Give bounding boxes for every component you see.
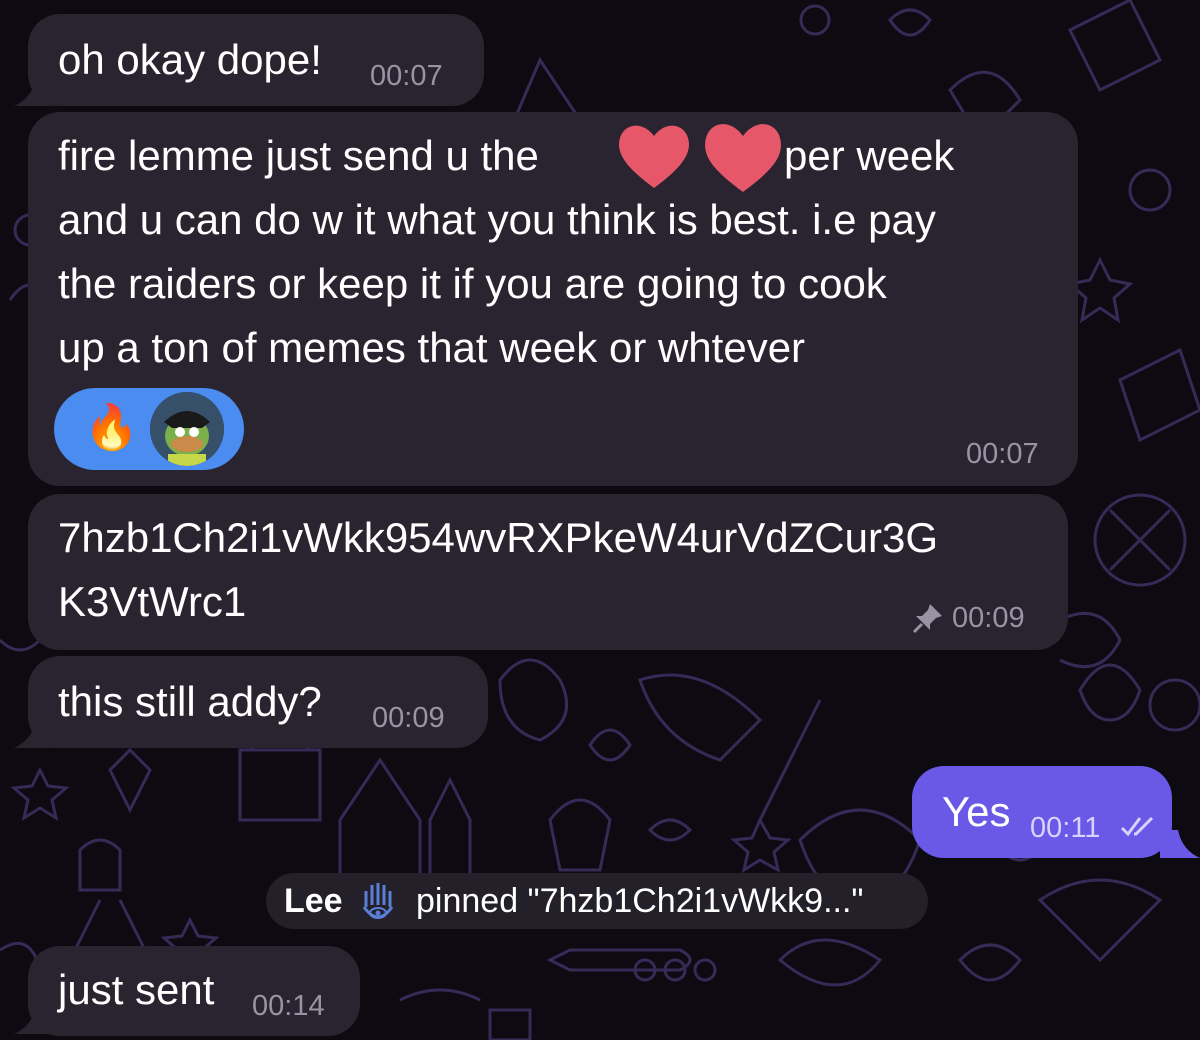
message-bubble[interactable]: just sent 00:14 xyxy=(28,946,360,1036)
message-text-line: the raiders or keep it if you are going … xyxy=(58,260,887,307)
reactions-pill[interactable]: 🔥 xyxy=(54,388,244,470)
pinned-message-notice[interactable]: Lee pinned "7hzb1Ch2i1vWkk9..." xyxy=(266,873,928,929)
message-text-line[interactable]: 7hzb1Ch2i1vWkk954wvRXPkeW4urVdZCur3G xyxy=(58,506,938,570)
message-text-line: and u can do w it what you think is best… xyxy=(58,196,936,243)
pin-notice-user[interactable]: Lee xyxy=(284,873,343,929)
message-text-line[interactable]: K3VtWrc1 xyxy=(58,570,246,634)
message-bubble[interactable]: this still addy? 00:09 xyxy=(28,656,488,748)
user-avatar[interactable] xyxy=(150,392,224,466)
message-text: this still addy? xyxy=(58,678,322,725)
message-time: 00:07 xyxy=(966,438,1039,470)
message-time: 00:07 xyxy=(370,60,443,92)
message-text: oh okay dope! xyxy=(58,36,322,83)
message-bubble[interactable]: fire lemme just send u the per week and … xyxy=(28,112,1078,486)
message-time: 00:09 xyxy=(952,602,1025,634)
message-time: 00:14 xyxy=(252,990,325,1022)
hamsa-hand-icon xyxy=(362,883,394,919)
message-bubble-outgoing[interactable]: Yes 00:11 xyxy=(912,766,1172,858)
message-text-line: fire lemme just send u the xyxy=(58,132,539,179)
pin-icon xyxy=(912,604,942,634)
double-check-icon xyxy=(1120,816,1154,837)
avatar-image xyxy=(150,392,224,466)
fire-emoji-icon[interactable]: 🔥 xyxy=(84,398,139,458)
message-bubble[interactable]: oh okay dope! 00:07 xyxy=(28,14,484,106)
message-text-line: per week xyxy=(784,132,955,179)
message-time: 00:09 xyxy=(372,702,445,734)
message-bubble[interactable]: 7hzb1Ch2i1vWkk954wvRXPkeW4urVdZCur3G K3V… xyxy=(28,494,1068,650)
message-text: just sent xyxy=(58,966,215,1013)
message-text-line: up a ton of memes that week or whtever xyxy=(58,324,806,371)
pin-notice-text: pinned "7hzb1Ch2i1vWkk9..." xyxy=(416,882,864,920)
message-text: Yes xyxy=(942,788,1011,835)
heart-sticker-icon xyxy=(705,124,781,192)
message-time: 00:11 xyxy=(1030,812,1101,844)
heart-sticker-icon xyxy=(619,125,689,188)
